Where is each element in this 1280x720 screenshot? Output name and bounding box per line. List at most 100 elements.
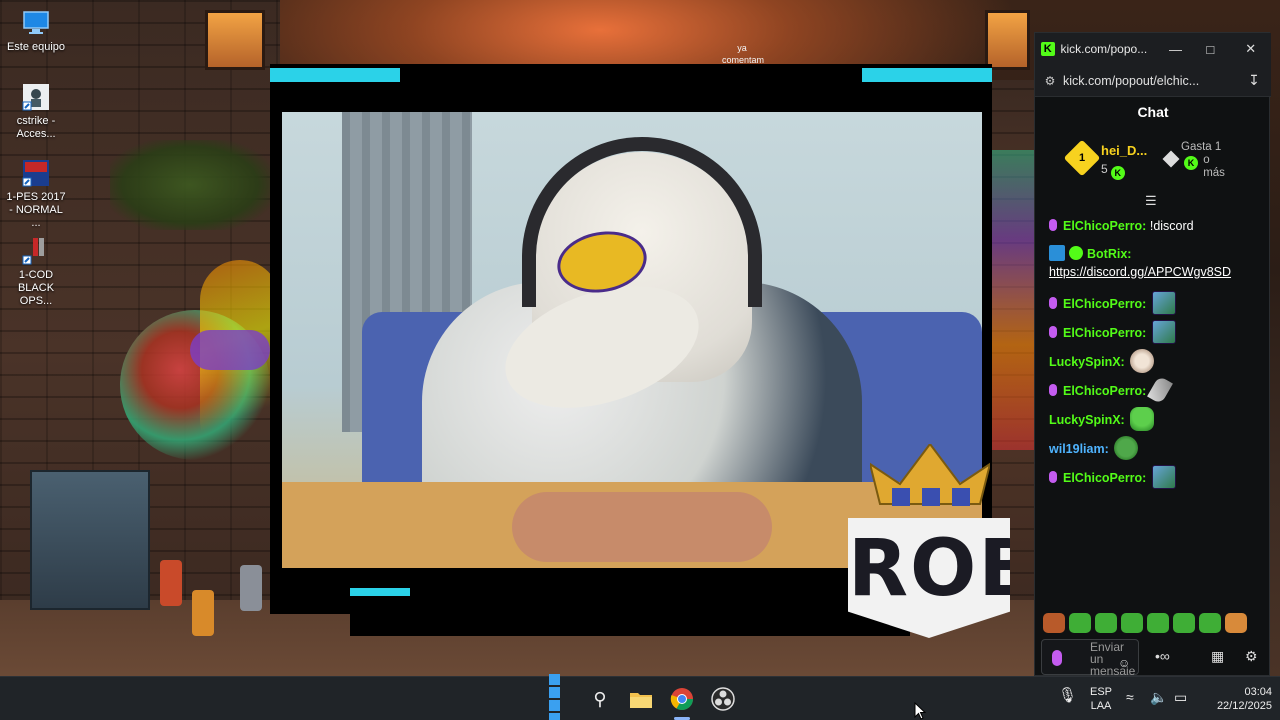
microphone-icon [1052,650,1062,666]
windows-logo-icon [548,673,572,720]
wallpaper-can [160,560,182,606]
game-shortcut-icon [22,238,44,265]
wallpaper-can [240,565,262,611]
search-icon[interactable]: ⚲ [586,685,614,713]
chat-message: ElChicoPerro: [1049,375,1265,405]
gifter-leaderboard[interactable]: 1 hei_D... 5K Gasta 1 K o más [1035,133,1271,187]
chat-input[interactable]: Enviar un mensaje ☺ [1041,639,1139,675]
overlay-accent [862,68,992,82]
minimize-button[interactable]: — [1161,42,1190,57]
quick-emote-icon[interactable] [1043,613,1065,633]
obs-icon[interactable] [709,685,737,713]
chat-link[interactable]: https://discord.gg/APPCWgv8SD [1049,265,1231,279]
chat-header: Chat [1137,104,1169,120]
quick-emote-icon[interactable] [1095,613,1117,633]
wallpaper-window [985,10,1030,70]
battery-icon[interactable]: ▭ [1174,690,1187,720]
chat-username[interactable]: ElChicoPerro: [1063,219,1146,233]
close-button[interactable]: ✕ [1231,41,1272,57]
o-mas-label: o más [1203,154,1225,179]
chat-message: ElChicoPerro: !discord [1049,217,1265,235]
rank-number: 1 [1078,152,1086,164]
desktop-icon-label: cstrike - Acces... [16,115,56,140]
gasta-label: Gasta 1 [1181,141,1222,153]
file-explorer-icon[interactable] [627,685,655,713]
clock[interactable]: 03:04 22/12/2025 [1202,685,1272,720]
folder-icon [630,693,652,708]
wallpaper-window [205,10,265,70]
store-icon[interactable]: ▦ [1211,648,1224,665]
points-icon[interactable]: •∞ [1155,648,1170,664]
wallpaper-boxes [30,470,150,610]
pepe-emote-icon [1130,407,1155,431]
desktop-icon-este-equipo[interactable]: Este equipo [4,8,68,54]
quick-emote-icon[interactable] [1147,613,1169,633]
top-gifter-name[interactable]: hei_D... [1101,143,1147,158]
chat-text: !discord [1149,219,1194,233]
wallpaper-plants [110,140,270,230]
top-gifter-amount: 5K [1101,162,1125,180]
chat-username[interactable]: ElChicoPerro: [1063,471,1146,485]
overlay-accent [350,588,410,596]
chat-message: BotRix: https://discord.gg/APPCWgv8SD [1049,245,1265,281]
gasta-prompt[interactable]: Gasta 1 K o más [1181,141,1225,180]
window-titlebar[interactable]: K kick.com/popo... — □ ✕ [1035,33,1271,65]
overlay-accent [270,68,400,82]
pixel-emote-icon [1151,291,1176,315]
volume-icon[interactable]: 🔈 [1150,690,1167,720]
site-info-icon[interactable]: ⚙ [1037,74,1063,88]
language-indicator[interactable]: ESP LAA [1088,685,1114,720]
collapse-pinned-icon[interactable]: ☰ [1145,193,1157,209]
diamond-icon [1162,150,1180,168]
chat-username[interactable]: ElChicoPerro: [1063,326,1146,340]
desktop-icon-pes-2017[interactable]: 1-PES 2017 - NORMAL ... [4,158,68,230]
quick-emote-icon[interactable] [1069,613,1091,633]
desktop-icon-cstrike[interactable]: cstrike - Acces... [4,82,68,141]
chat-username[interactable]: ElChicoPerro: [1063,384,1146,398]
quick-emote-icon[interactable] [1173,613,1195,633]
microphone-tray-icon[interactable]: 🎙 [1058,688,1077,720]
rank-badge-icon: 1 [1063,139,1101,177]
address-bar[interactable]: ⚙ kick.com/popout/elchic... ↧ [1035,65,1271,97]
chat-username[interactable]: ElChicoPerro: [1063,297,1146,311]
chat-username[interactable]: LuckySpinX: [1049,355,1125,369]
quick-emote-icon[interactable] [1199,613,1221,633]
chat-popout-window: K kick.com/popo... — □ ✕ ⚙ kick.com/popo… [1034,32,1271,676]
microphone-badge-icon [1049,326,1057,338]
wallpaper-can [192,590,214,636]
clock-time: 03:04 [1244,686,1272,698]
chat-message: wil19liam: [1049,436,1265,460]
desktop-icon-label: 1-COD BLACK OPS... [17,269,55,307]
quick-emote-icon[interactable] [1121,613,1143,633]
start-button[interactable] [546,674,574,720]
wifi-icon[interactable]: ≈ [1126,690,1134,720]
download-icon[interactable]: ↧ [1239,72,1269,89]
taskbar: ⚲ 🎙 ESP LAA ≈ 🔈 ▭ 03:04 22/12/2025 [0,674,1280,720]
url-text[interactable]: kick.com/popout/elchic... [1063,74,1239,88]
language-code: ESP [1089,686,1112,698]
kick-logo-icon: K [1041,42,1055,56]
wallpaper-graffiti [990,150,1040,450]
obs-logo-icon [711,687,735,711]
microphone-badge-icon [1049,219,1057,231]
chat-username[interactable]: LuckySpinX: [1049,413,1125,427]
wallpaper-caption: ya comentam [722,43,765,65]
chrome-icon[interactable] [668,685,696,713]
monitor-icon [23,11,49,34]
chat-message: LuckySpinX: [1049,349,1265,373]
desktop-icon-cod-black-ops[interactable]: 1-COD BLACK OPS... [4,236,68,308]
maximize-button[interactable]: □ [1190,42,1231,57]
chat-input-row: Enviar un mensaje ☺ •∞ ▦ ⚙ [1035,639,1271,675]
chat-username[interactable]: wil19liam: [1049,442,1109,456]
chat-message-list: ElChicoPerro: !discord BotRix: https://d… [1035,213,1271,603]
chat-username[interactable]: BotRix: [1087,247,1131,261]
emoji-picker-icon[interactable]: ☺ [1118,656,1130,670]
webcam-hands [512,492,772,562]
quick-emote-icon[interactable] [1225,613,1247,633]
kick-coin-icon: K [1110,166,1125,180]
pixel-emote-icon [1151,465,1176,489]
pixel-emote-icon [1151,320,1176,344]
overlay-bottom-bar [350,564,910,636]
settings-gear-icon[interactable]: ⚙ [1245,648,1258,665]
webcam-headphones [522,137,762,307]
